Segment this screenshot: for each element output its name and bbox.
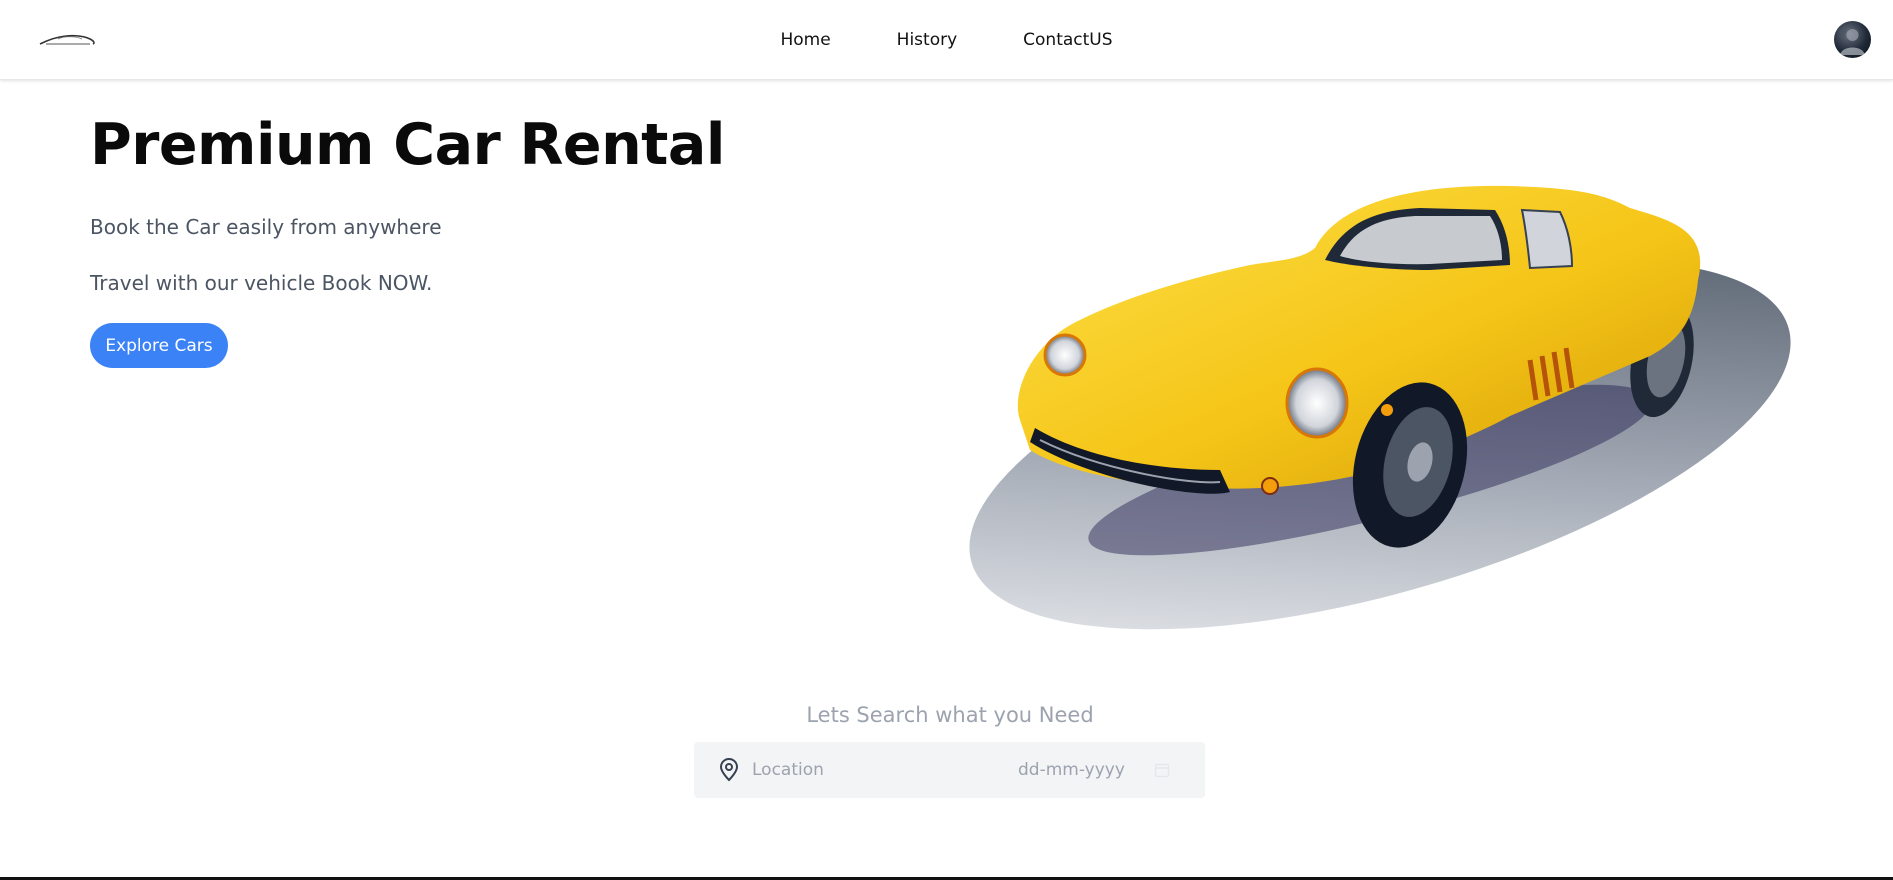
nav-link-history[interactable]: History [897, 30, 957, 50]
user-avatar[interactable] [1834, 21, 1871, 58]
date-input[interactable] [1018, 752, 1140, 788]
nav-link-home[interactable]: Home [780, 30, 830, 50]
explore-cars-button[interactable]: Explore Cars [90, 323, 228, 368]
nav-link-contact[interactable]: ContactUS [1023, 30, 1112, 50]
calendar-icon[interactable] [1154, 762, 1170, 778]
location-input[interactable] [752, 752, 992, 788]
search-heading: Lets Search what you Need [806, 703, 1094, 727]
hero-title: Premium Car Rental [90, 112, 725, 178]
search-bar [694, 742, 1205, 798]
hero-car-image [969, 185, 1791, 630]
hero-tagline-2: Travel with our vehicle Book NOW. [90, 271, 433, 295]
avatar-image-icon [1838, 25, 1865, 55]
top-navbar: Home History ContactUS [0, 0, 1893, 80]
map-pin-icon [719, 758, 739, 782]
hero-tagline-1: Book the Car easily from anywhere [90, 215, 442, 239]
nav-links: Home History ContactUS [0, 0, 1893, 80]
